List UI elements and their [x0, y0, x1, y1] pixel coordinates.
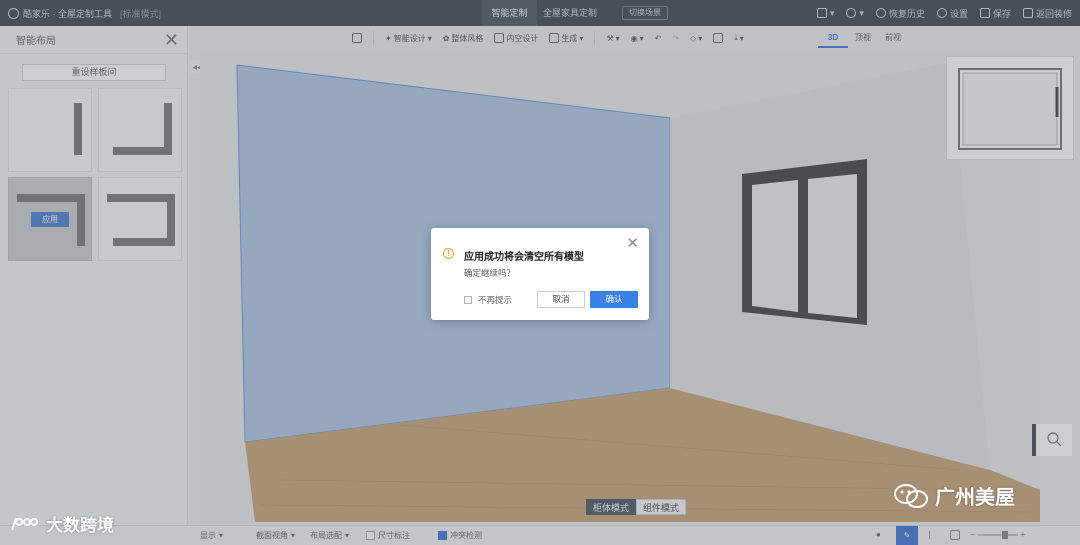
- dont-remind-checkbox[interactable]: [464, 296, 472, 304]
- confirm-dialog: ! 应用成功将会清空所有模型 确定继续吗？ ✕ 不再提示 取消 确认: [431, 228, 649, 320]
- dont-remind-toggle[interactable]: 不再提示: [464, 294, 512, 306]
- cancel-button[interactable]: 取消: [537, 291, 585, 308]
- dont-remind-label: 不再提示: [478, 295, 513, 305]
- dialog-message: 确定继续吗？: [464, 268, 516, 278]
- watermark-logo-icon: [11, 517, 39, 530]
- watermark-right: 广州美屋: [893, 481, 1015, 510]
- watermark-right-text: 广州美屋: [935, 487, 1015, 509]
- dialog-title: 应用成功将会清空所有模型: [464, 252, 584, 263]
- watermark-left-text: 大数跨境: [46, 516, 114, 535]
- warning-icon: !: [443, 248, 454, 259]
- wechat-icon: [894, 483, 928, 508]
- watermark-left: 大数跨境: [10, 511, 114, 536]
- confirm-button[interactable]: 确认: [590, 291, 638, 308]
- close-icon[interactable]: ✕: [626, 236, 639, 251]
